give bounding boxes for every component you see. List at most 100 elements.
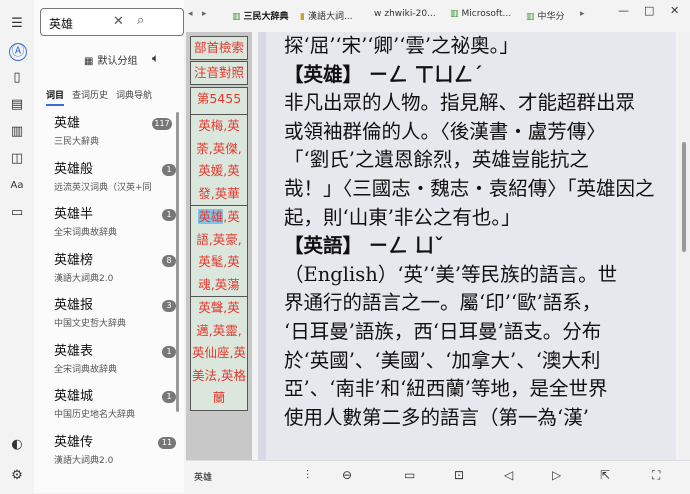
- related-word-line: 英梅,英: [198, 118, 240, 133]
- count-badge: 3: [162, 300, 176, 312]
- tab-label: Microsoft...: [461, 9, 512, 19]
- library-icon[interactable]: ▥: [9, 124, 25, 140]
- current-word: 英雄: [194, 473, 213, 483]
- dictionary-icon[interactable]: ▤: [9, 97, 25, 113]
- related-words-group-1[interactable]: 英梅,英 荼,英傑, 英媛,英 發,英華: [190, 114, 248, 206]
- lookup-icon[interactable]: Ⓐ: [9, 43, 27, 61]
- phonetic-button[interactable]: 注音對照: [190, 61, 248, 85]
- group-selector[interactable]: ▦ 默认分组: [84, 52, 137, 67]
- list-item[interactable]: 英雄榜 漢語大詞典2.0 8: [34, 243, 184, 289]
- wiki-tab-icon: w: [374, 9, 382, 19]
- related-word-line: 英媛,英: [198, 163, 240, 178]
- entry-source: 中国文史哲大辞典: [54, 319, 127, 329]
- settings-icon[interactable]: ⚙: [9, 468, 25, 484]
- book-tab-icon: ▥: [450, 9, 459, 19]
- entry-source: 全宋词典故辞典: [54, 364, 118, 375]
- bookmark-icon[interactable]: ⊡: [454, 468, 464, 482]
- search-box[interactable]: 英雄 ✕ ⌕: [40, 8, 184, 36]
- minimize-icon[interactable]: —: [618, 4, 629, 17]
- tab-entries[interactable]: 词目: [46, 91, 65, 106]
- entry-source: 中国历史地名大辞典: [54, 410, 136, 420]
- list-scrollbar[interactable]: [176, 112, 179, 412]
- count-badge: 1: [162, 391, 176, 403]
- page-scrollbar[interactable]: [679, 32, 690, 460]
- export-icon[interactable]: ⇱: [600, 468, 610, 482]
- entry-source: 全宋词典故辞典: [54, 228, 118, 238]
- text-line: 界通行的語言之一。屬‘印’‘歐’語系，: [284, 291, 602, 315]
- group-label: 默认分组: [97, 56, 138, 67]
- tab-zhwiki[interactable]: w zhwiki-20...: [374, 9, 436, 19]
- list-item[interactable]: 英雄传 漢語大詞典2.0 11: [34, 425, 184, 471]
- entry-headword: 【英雄】 ㄧㄥ ㄒㄩㄥˊ: [284, 62, 483, 86]
- list-item[interactable]: 英雄 三民大辭典 117: [34, 106, 184, 152]
- search-input[interactable]: 英雄: [49, 15, 73, 32]
- text-line: 哉！」〈三國志・魏志・袁紹傳〉「英雄因之: [284, 176, 655, 200]
- text-line: 非凡出眾的人物。指見解、才能超群出眾: [284, 91, 636, 115]
- related-word-line: 荼,英傑,: [196, 140, 242, 156]
- speaker-icon[interactable]: 🔈︎: [152, 51, 159, 66]
- tab-zhonghua[interactable]: ▥ 中华分: [526, 9, 565, 22]
- tab-more-icon[interactable]: ▸: [580, 9, 585, 19]
- adjust-icon[interactable]: ⫶: [306, 468, 309, 483]
- related-word-line: 發,英華: [198, 185, 240, 201]
- list-item[interactable]: 英雄般 远流英汉词典（汉英+同 1: [34, 152, 184, 198]
- dictionary-page: 探‘屈’‘宋’‘卿’‘雲’之祕奧。」 【英雄】 ㄧㄥ ㄒㄩㄥˊ 非凡出眾的人物。…: [258, 32, 676, 460]
- chart-icon[interactable]: ◫: [9, 151, 25, 167]
- theme-icon[interactable]: ◐: [9, 437, 25, 453]
- entry-term: 英雄传: [54, 434, 94, 450]
- tab-label: 漢語大詞...: [307, 12, 353, 22]
- text-line: 使用人數第二多的語言（第一為‘漢’: [284, 405, 589, 429]
- page-edge: [258, 32, 266, 460]
- tab-navigation[interactable]: 词典导航: [116, 91, 152, 101]
- entry-source: 漢語大詞典2.0: [54, 455, 114, 466]
- fullscreen-icon[interactable]: ⛶: [652, 468, 660, 483]
- highlighted-word: 英雄: [198, 209, 224, 224]
- menu-icon[interactable]: ☰: [9, 16, 25, 32]
- scrollbar-thumb[interactable]: [682, 142, 686, 252]
- tab-label: 三民大辞典: [243, 12, 289, 22]
- list-item[interactable]: 英雄报中国文史哲大辞典 3: [34, 288, 184, 334]
- entry-term: 英雄城: [54, 389, 94, 404]
- related-words-group-3[interactable]: 英聲,英 邁,英靈, 英仙座,英 美法,英格 蘭: [190, 296, 248, 411]
- list-item[interactable]: 英雄表全宋词典故辞典 1: [34, 334, 184, 380]
- book-tab-icon: ▥: [232, 12, 241, 22]
- folder-tab-icon: ▮: [300, 12, 305, 22]
- tab-scroll-right-icon[interactable]: ▸: [202, 9, 207, 19]
- tab-scroll-left-icon[interactable]: ◂: [188, 9, 193, 19]
- list-item[interactable]: 英雄半 全宋词典故辞典 1: [34, 197, 184, 243]
- maximize-icon[interactable]: □: [644, 4, 654, 17]
- tab-microsoft[interactable]: ▥ Microsoft...: [450, 9, 511, 19]
- entry-term: 英雄表: [54, 343, 94, 359]
- related-words-group-2[interactable]: 英雄,英 語,英豪, 英髦,英 魂,英蕩: [190, 205, 248, 297]
- tab-hanyu[interactable]: ▮ 漢語大詞...: [300, 9, 353, 22]
- note-icon[interactable]: ▭: [9, 205, 25, 221]
- page-text: 探‘屈’‘宋’‘卿’‘雲’之祕奧。」 【英雄】 ㄧㄥ ㄒㄩㄥˊ 非凡出眾的人物。…: [284, 32, 664, 432]
- text-line: （English）‘英’‘美’等民族的語言。世: [284, 262, 618, 286]
- count-badge: 1: [162, 345, 176, 358]
- count-badge: 117: [152, 118, 172, 130]
- next-icon[interactable]: ▷: [552, 468, 561, 482]
- tab-history[interactable]: 查词历史: [72, 91, 108, 101]
- count-badge: 1: [162, 209, 176, 221]
- comment-icon[interactable]: ▭: [404, 468, 415, 482]
- text-line: 起，則‘山東’非公之有也。」: [284, 205, 521, 229]
- text-line: 亞’、‘南非’和‘紐西蘭’等地，是全世界: [284, 377, 608, 401]
- entry-source: 漢語大詞典2.0: [54, 273, 114, 284]
- tab-sanmin[interactable]: ▥ 三民大辞典: [232, 9, 289, 22]
- font-icon[interactable]: Aa: [9, 178, 25, 194]
- text-line: 「‘劉氏’之遺恩餘烈，英雄豈能抗之: [284, 148, 589, 172]
- entry-term: 英雄报: [54, 298, 94, 313]
- text-line: 或領袖群倫的人。〈後漢書・盧芳傳〉: [284, 119, 606, 143]
- zoom-out-icon[interactable]: ⊖: [342, 468, 352, 482]
- related-word-line: 英髦,英: [198, 254, 240, 269]
- clear-icon[interactable]: ✕: [113, 14, 124, 29]
- close-icon[interactable]: ✕: [670, 4, 679, 17]
- word-list-panel: 英雄 ✕ ⌕ ▽ ▦默认分组 🔈︎ 词目查词历史词典导航 英雄三民大辭典117 …: [34, 0, 202, 493]
- search-icon[interactable]: ⌕: [137, 13, 144, 28]
- book-icon[interactable]: ▯: [9, 70, 25, 86]
- radical-search-button[interactable]: 部首檢索: [190, 36, 248, 60]
- list-item[interactable]: 英雄城中国历史地名大辞典 1: [34, 379, 184, 425]
- tab-label: 中华分: [537, 12, 565, 22]
- previous-icon[interactable]: ◁: [504, 468, 513, 482]
- text-line: ‘日耳曼’語族，西‘日耳曼’語支。分布: [284, 319, 602, 343]
